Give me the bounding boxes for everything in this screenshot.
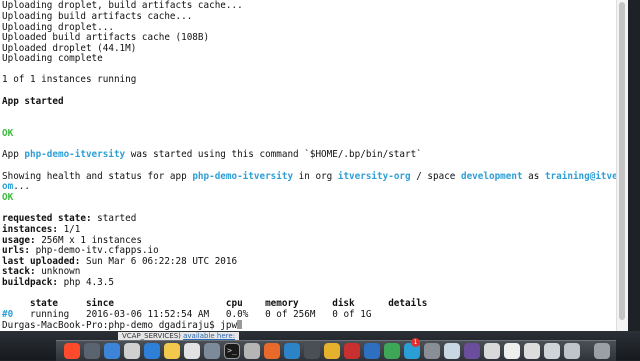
buildpack-line: buildpack: php 4.3.5 (2, 277, 114, 289)
app-icon[interactable] (484, 343, 500, 359)
space-name: development (460, 171, 523, 182)
instance-table-header: state since cpu memory disk details (2, 298, 428, 309)
instance-index: #0 (2, 309, 14, 320)
terminal-app-icon[interactable]: >_ (224, 343, 240, 359)
field-value: unknown (35, 266, 81, 277)
app-icon[interactable] (384, 343, 400, 359)
text-segment: VCAP_SERVICES) (122, 332, 181, 340)
app-name: php-demo-itversity (192, 171, 294, 182)
terminal-window[interactable]: Uploading droplet, build artifacts cache… (0, 0, 628, 331)
app-icon[interactable] (164, 343, 180, 359)
ok-status: OK (2, 128, 14, 139)
app-icon[interactable] (364, 343, 380, 359)
instance-details: running 2016-03-06 11:52:54 AM 0.0% 0 of… (13, 309, 372, 320)
document-icon[interactable] (504, 343, 520, 359)
instances-running-line: 1 of 1 instances running (2, 74, 137, 85)
app-icon[interactable] (424, 343, 440, 359)
app-icon[interactable] (284, 343, 300, 359)
app-icon[interactable] (524, 343, 540, 359)
text-segment: Showing health and status for app (2, 171, 193, 182)
app-icon[interactable] (84, 343, 100, 359)
terminal-scrollbar[interactable] (616, 0, 628, 331)
command-prompt-line[interactable]: Durgas-MacBook-Pro:php-demo dgadiraju$ j… (2, 320, 243, 331)
command-input[interactable]: jpw (220, 320, 237, 331)
ok-status: OK (2, 192, 14, 203)
text-segment: was started using this command `$HOME/.b… (125, 149, 422, 160)
start-command-line: App php-demo-itversity was started using… (2, 149, 422, 161)
app-icon[interactable] (544, 343, 560, 359)
app-name: php-demo-itversity (24, 149, 126, 160)
shell-prompt: Durgas-MacBook-Pro:php-demo dgadiraju$ (2, 320, 221, 331)
field-value: 1/1 (57, 224, 81, 235)
field-value: Sun Mar 6 06:22:28 UTC 2016 (80, 256, 238, 267)
text-cursor (237, 320, 243, 329)
app-icon[interactable] (184, 343, 200, 359)
log-line: Uploaded build artifacts cache (108B) (2, 32, 210, 43)
field-value: php-demo-itv.cfapps.io (30, 245, 159, 256)
app-started-line: App started (2, 96, 64, 107)
field-value: php 4.3.5 (57, 277, 114, 288)
requested-state-line: requested state: started (2, 213, 137, 225)
field-value: started (91, 213, 137, 224)
field-label: stack: (2, 266, 36, 277)
stack-line: stack: unknown (2, 266, 81, 278)
available-here-link[interactable]: available here: (183, 332, 235, 340)
text-segment: App (2, 149, 25, 160)
app-icon[interactable] (124, 343, 140, 359)
health-status-line-wrap: om... (2, 181, 30, 193)
urls-line: urls: php-demo-itv.cfapps.io (2, 245, 159, 257)
log-line: Uploading build artifacts cache... (2, 11, 193, 22)
scrollbar-thumb[interactable] (619, 2, 625, 320)
notification-badge: 1 (411, 338, 420, 347)
trash-icon[interactable] (594, 343, 610, 359)
log-line: Uploading droplet, build artifacts cache… (2, 0, 243, 11)
user-email: om (2, 181, 14, 192)
chrome-icon[interactable] (324, 343, 340, 359)
app-icon[interactable] (144, 343, 160, 359)
app-icon[interactable] (244, 343, 260, 359)
instance-table-row: #0 running 2016-03-06 11:52:54 AM 0.0% 0… (2, 309, 372, 321)
app-icon[interactable] (444, 343, 460, 359)
field-label: buildpack: (2, 277, 58, 288)
text-segment: as (522, 171, 545, 182)
field-label: urls: (2, 245, 30, 256)
finder-icon[interactable] (104, 343, 120, 359)
text-segment: in org (293, 171, 338, 182)
app-icon[interactable] (204, 343, 220, 359)
app-icon[interactable] (464, 343, 480, 359)
app-icon[interactable] (344, 343, 360, 359)
instances-line: instances: 1/1 (2, 224, 81, 236)
health-status-line: Showing health and status for app php-de… (2, 171, 628, 183)
field-label: requested state: (2, 213, 92, 224)
folder-icon[interactable] (564, 343, 580, 359)
app-icon[interactable] (64, 343, 80, 359)
text-segment: ... (13, 181, 30, 192)
text-segment: / space (410, 171, 461, 182)
org-name: itversity-org (337, 171, 411, 182)
app-icon[interactable] (304, 343, 320, 359)
firefox-icon[interactable] (264, 343, 280, 359)
field-label: instances: (2, 224, 58, 235)
log-line: Uploading complete (2, 53, 103, 64)
